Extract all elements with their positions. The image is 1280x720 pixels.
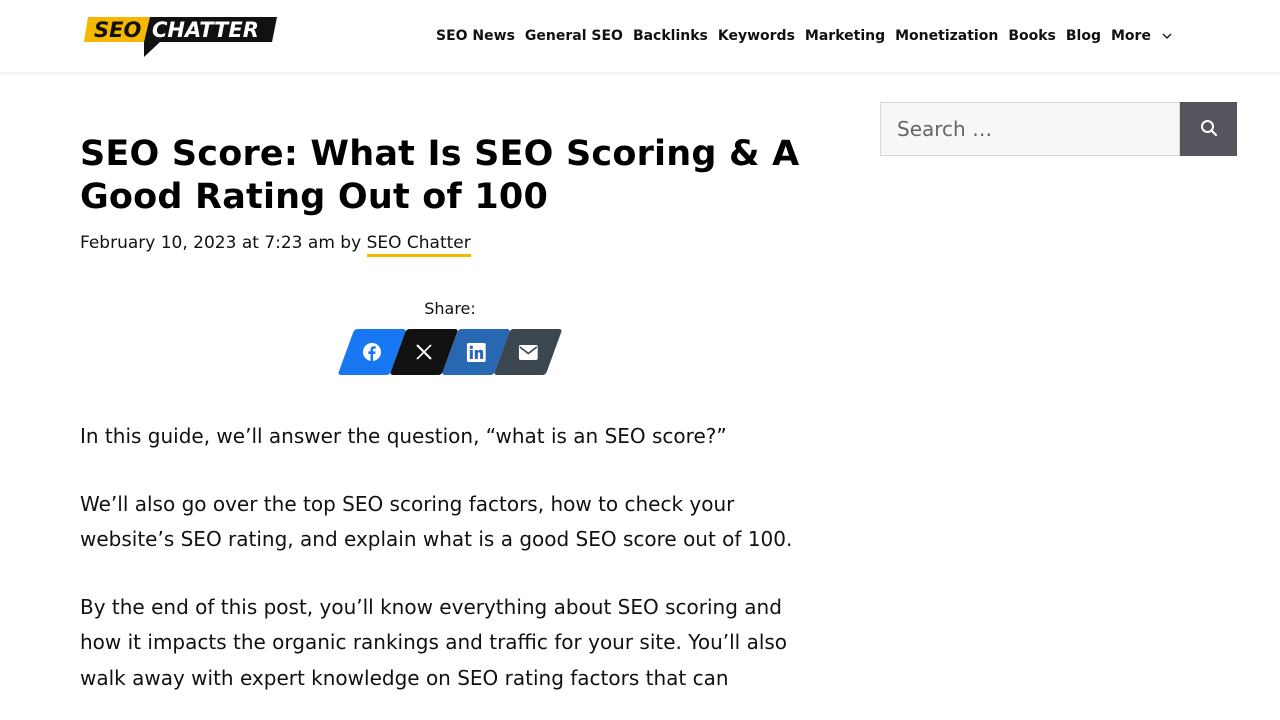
post-date: February 10, 2023 at 7:23 am [80,233,335,253]
post-meta: February 10, 2023 at 7:23 am by SEO Chat… [80,232,820,257]
email-icon [518,344,538,360]
site-header: SEO CHATTER SEO News General SEO Backlin… [0,0,1280,72]
nav-more-label: More [1110,28,1151,44]
nav-item-books[interactable]: Books [1003,28,1061,44]
post-by: by [340,233,362,253]
sidebar-search [880,102,1237,156]
nav-item-marketing[interactable]: Marketing [800,28,890,44]
nav-item-general-seo[interactable]: General SEO [520,28,628,44]
search-input[interactable] [880,102,1180,156]
author-link[interactable]: SEO Chatter [366,233,471,257]
site-logo[interactable]: SEO CHATTER [84,15,278,59]
nav-item-blog[interactable]: Blog [1061,28,1106,44]
facebook-icon [362,342,382,362]
share-buttons [80,329,820,375]
nav-item-seo-news[interactable]: SEO News [431,28,520,44]
main-nav: SEO News General SEO Backlinks Keywords … [431,0,1178,72]
nav-item-backlinks[interactable]: Backlinks [628,28,713,44]
paragraph: We’ll also go over the top SEO scoring f… [80,491,793,552]
search-icon [1200,119,1218,140]
paragraph: In this guide, we’ll answer the question… [80,424,727,448]
x-icon [415,343,433,361]
paragraph: By the end of this post, you’ll know eve… [80,594,788,690]
post-title: SEO Score: What Is SEO Scoring & A Good … [80,134,800,217]
nav-item-more[interactable]: More [1106,28,1178,44]
linkedin-icon [466,342,486,362]
share-section: Share: [80,299,820,375]
search-button[interactable] [1180,102,1237,156]
nav-item-monetization[interactable]: Monetization [890,28,1003,44]
logo-text-seo: SEO [94,18,141,42]
post-content: In this guide, we’ll answer the question… [80,419,820,696]
nav-item-keywords[interactable]: Keywords [713,28,800,44]
logo-text-chatter: CHATTER [152,18,259,42]
share-label: Share: [424,299,476,318]
main-content: SEO Score: What Is SEO Scoring & A Good … [80,72,820,720]
chevron-down-icon [1161,30,1173,42]
